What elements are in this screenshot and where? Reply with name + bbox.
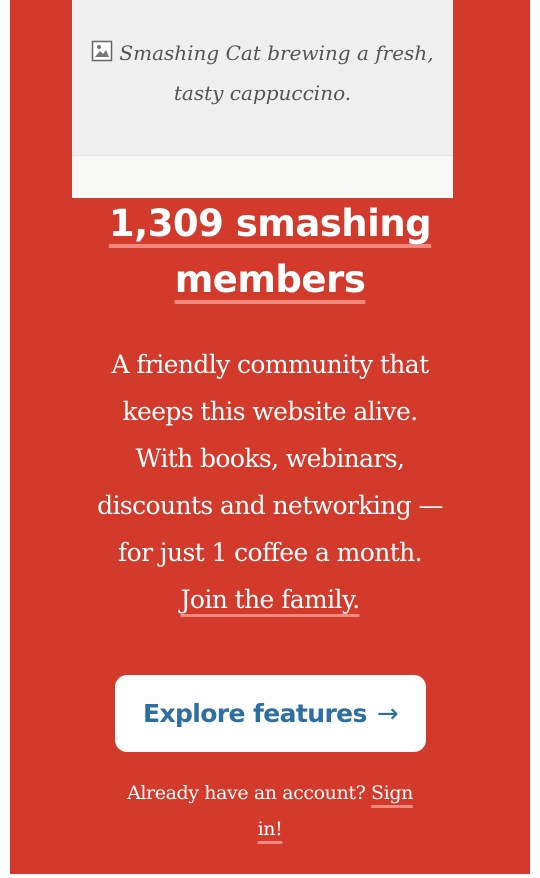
description-line-5: for just 1 coffee a month. (117, 538, 423, 567)
image-alt-text: Smashing Cat brewing a fresh, tasty capp… (119, 41, 434, 105)
signin-prompt: Already have an account? (127, 782, 366, 804)
description-line-4: discounts and networking — (97, 491, 443, 520)
community-description: A friendly community that keeps this web… (60, 341, 480, 623)
headline-line-2: members (174, 258, 366, 301)
join-family-link[interactable]: Join the family. (180, 585, 360, 614)
explore-features-label: Explore features (142, 699, 367, 728)
headline-line-1: 1,309 smashing (108, 202, 432, 245)
image-alt-container: Smashing Cat brewing a fresh, tasty capp… (72, 0, 453, 156)
signin-prompt-line: Already have an account? Sign in! (120, 775, 420, 847)
members-headline: 1,309 smashing members (0, 196, 540, 308)
explore-features-button[interactable]: Explore features → (115, 675, 426, 752)
broken-image-icon (91, 36, 113, 74)
arrow-right-icon: → (376, 698, 399, 729)
description-line-1: A friendly community that (111, 350, 429, 379)
image-placeholder: Smashing Cat brewing a fresh, tasty capp… (72, 0, 453, 198)
description-line-2: keeps this website alive. (122, 397, 418, 426)
description-line-3: With books, webinars, (135, 444, 405, 473)
